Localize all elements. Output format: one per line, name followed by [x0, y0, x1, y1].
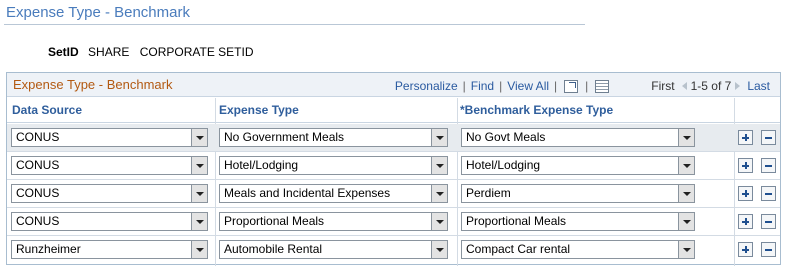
nav-separator: |: [499, 79, 503, 93]
expense-type-select[interactable]: Hotel/Lodging: [219, 156, 448, 175]
column-headers: Data Source Expense Type *Benchmark Expe…: [7, 98, 780, 123]
delete-row-button[interactable]: [761, 130, 776, 145]
dropdown-arrow-icon[interactable]: [431, 241, 447, 258]
expense-type-select[interactable]: Proportional Meals: [219, 212, 448, 231]
data-source-select[interactable]: CONUS: [11, 212, 208, 231]
benchmark-expense-type-select[interactable]: Compact Car rental: [461, 240, 695, 259]
previous-arrow-icon: [681, 82, 687, 90]
nav-separator: |: [585, 79, 589, 93]
dropdown-arrow-icon[interactable]: [431, 185, 447, 202]
personalize-link[interactable]: Personalize: [395, 79, 458, 93]
grid-navigation: Personalize | Find | View All | | First …: [395, 79, 770, 93]
last-link[interactable]: Last: [747, 79, 770, 93]
data-source-select[interactable]: Runzheimer: [11, 240, 208, 259]
delete-row-button[interactable]: [761, 242, 776, 257]
dropdown-arrow-icon[interactable]: [191, 129, 207, 146]
delete-row-button[interactable]: [761, 158, 776, 173]
nav-separator: |: [554, 79, 558, 93]
add-row-button[interactable]: [738, 130, 753, 145]
setid-description: CORPORATE SETID: [139, 45, 254, 59]
table-row: CONUS Proportional Meals Proportional Me…: [7, 208, 780, 236]
zoom-grid-icon[interactable]: [564, 79, 579, 93]
benchmark-expense-type-select[interactable]: No Govt Meals: [461, 128, 695, 147]
dropdown-arrow-icon[interactable]: [191, 213, 207, 230]
expense-type-select[interactable]: Automobile Rental: [219, 240, 448, 259]
benchmark-expense-type-select[interactable]: Hotel/Lodging: [461, 156, 695, 175]
next-arrow-icon: [735, 82, 741, 90]
setid-value: SHARE: [88, 45, 130, 59]
expense-type-select[interactable]: Meals and Incidental Expenses: [219, 184, 448, 203]
page-title: Expense Type - Benchmark: [6, 4, 190, 21]
data-source-select[interactable]: CONUS: [11, 128, 208, 147]
dropdown-arrow-icon[interactable]: [678, 213, 694, 230]
table-row: CONUS No Government Meals No Govt Meals: [7, 124, 780, 152]
dropdown-arrow-icon[interactable]: [191, 241, 207, 258]
first-label: First: [651, 79, 675, 93]
data-source-select[interactable]: CONUS: [11, 184, 208, 203]
row-range: 1-5 of 7: [690, 79, 732, 93]
dropdown-arrow-icon[interactable]: [431, 129, 447, 146]
add-row-button[interactable]: [738, 186, 753, 201]
dropdown-arrow-icon[interactable]: [678, 157, 694, 174]
expense-type-select[interactable]: No Government Meals: [219, 128, 448, 147]
dropdown-arrow-icon[interactable]: [431, 213, 447, 230]
add-row-button[interactable]: [738, 214, 753, 229]
add-row-button[interactable]: [738, 242, 753, 257]
setid-label: SetID: [48, 45, 79, 59]
dropdown-arrow-icon[interactable]: [678, 129, 694, 146]
column-header-benchmark-expense-type[interactable]: *Benchmark Expense Type: [460, 103, 613, 117]
download-spreadsheet-icon[interactable]: [595, 79, 610, 93]
grid-title: Expense Type - Benchmark: [13, 77, 173, 92]
table-row: CONUS Hotel/Lodging Hotel/Lodging: [7, 152, 780, 180]
grid-header: Expense Type - Benchmark Personalize | F…: [7, 73, 780, 97]
delete-row-button[interactable]: [761, 214, 776, 229]
column-header-expense-type[interactable]: Expense Type: [219, 103, 299, 117]
find-link[interactable]: Find: [471, 79, 494, 93]
delete-row-button[interactable]: [761, 186, 776, 201]
benchmark-expense-type-select[interactable]: Perdiem: [461, 184, 695, 203]
add-row-button[interactable]: [738, 158, 753, 173]
expense-type-benchmark-grid: Expense Type - Benchmark Personalize | F…: [6, 72, 781, 266]
nav-separator: |: [462, 79, 466, 93]
dropdown-arrow-icon[interactable]: [431, 157, 447, 174]
table-row: CONUS Meals and Incidental Expenses Perd…: [7, 180, 780, 208]
dropdown-arrow-icon[interactable]: [191, 185, 207, 202]
benchmark-expense-type-select[interactable]: Proportional Meals: [461, 212, 695, 231]
table-row: Runzheimer Automobile Rental Compact Car…: [7, 236, 780, 264]
title-divider: [4, 24, 585, 25]
dropdown-arrow-icon[interactable]: [678, 185, 694, 202]
dropdown-arrow-icon[interactable]: [678, 241, 694, 258]
dropdown-arrow-icon[interactable]: [191, 157, 207, 174]
view-all-link[interactable]: View All: [507, 79, 549, 93]
data-source-select[interactable]: CONUS: [11, 156, 208, 175]
setid-row: SetID SHARE CORPORATE SETID: [48, 45, 254, 59]
column-header-data-source[interactable]: Data Source: [12, 103, 82, 117]
